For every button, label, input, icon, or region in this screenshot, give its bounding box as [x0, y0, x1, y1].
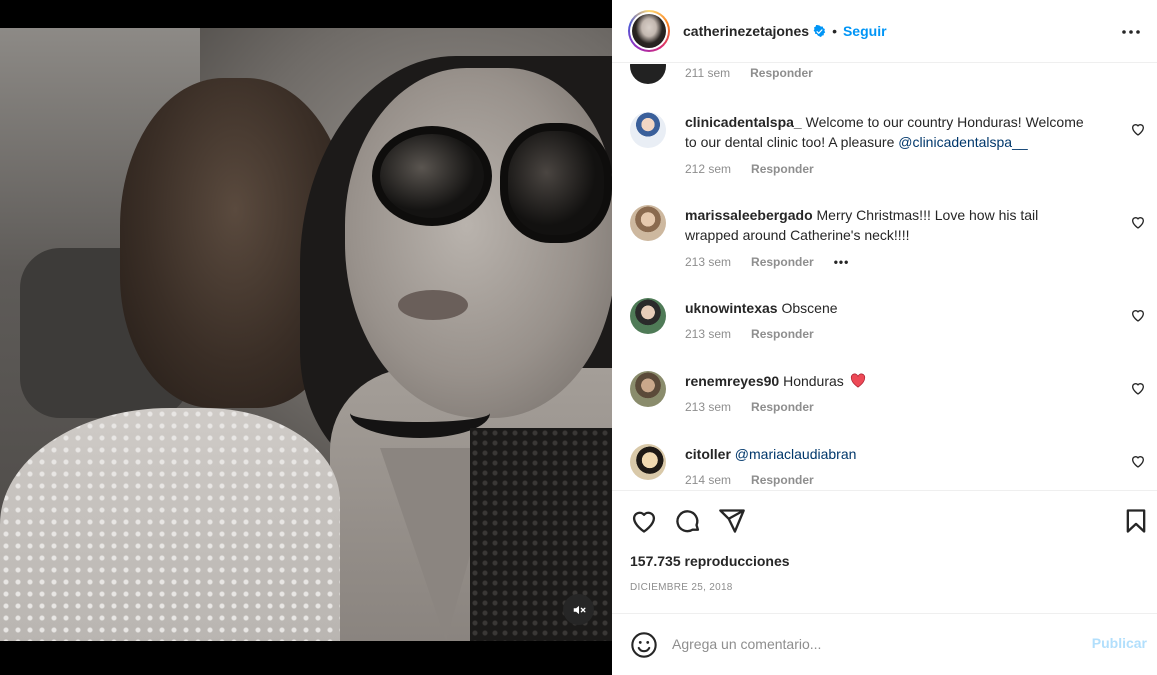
- comment-username[interactable]: clinicadentalspa_: [685, 114, 802, 130]
- comment-username[interactable]: renemreyes90: [685, 373, 779, 389]
- comment-text: Honduras: [783, 373, 844, 389]
- share-icon[interactable]: [718, 507, 746, 535]
- more-options-button[interactable]: [1119, 20, 1143, 44]
- mute-icon: [573, 605, 585, 614]
- woman-face: [345, 68, 612, 418]
- view-count[interactable]: 157.735 reproducciones: [630, 553, 790, 569]
- comment-mention[interactable]: @mariaclaudiabran: [735, 446, 857, 462]
- publish-button[interactable]: Publicar: [1092, 635, 1147, 651]
- bookmark-icon[interactable]: [1122, 507, 1150, 535]
- post-actions: 157.735 reproducciones DICIEMBRE 25, 201…: [612, 490, 1157, 613]
- comment-time[interactable]: 213 sem: [685, 255, 731, 269]
- follow-button[interactable]: Seguir: [843, 23, 887, 39]
- comments-list[interactable]: 211 sem Responder clinicadentalspa_ Welc…: [612, 64, 1157, 490]
- red-heart-emoji-icon: [850, 373, 865, 388]
- post-panel: catherinezetajones • Seguir 211 sem Resp…: [612, 0, 1157, 675]
- reply-button[interactable]: Responder: [751, 400, 814, 414]
- video-player[interactable]: [0, 0, 612, 675]
- comment-time[interactable]: 212 sem: [685, 162, 731, 176]
- reply-button[interactable]: Responder: [750, 66, 813, 80]
- avatar[interactable]: [630, 298, 666, 334]
- comment-username[interactable]: marissaleebergado: [685, 207, 813, 223]
- comment-mention[interactable]: @clinicadentalspa__: [898, 134, 1027, 150]
- avatar[interactable]: [630, 112, 666, 148]
- comment-input[interactable]: [672, 632, 1072, 656]
- reply-button[interactable]: Responder: [751, 327, 814, 341]
- separator-dot: •: [832, 23, 837, 39]
- emoji-icon[interactable]: [630, 631, 658, 659]
- video-frame[interactable]: [0, 28, 612, 641]
- reply-button[interactable]: Responder: [751, 255, 814, 269]
- heart-icon[interactable]: [1130, 380, 1146, 396]
- heart-icon[interactable]: [630, 507, 658, 535]
- author-username[interactable]: catherinezetajones: [683, 23, 809, 39]
- reply-button[interactable]: Responder: [751, 473, 814, 487]
- reply-button[interactable]: Responder: [751, 162, 814, 176]
- heart-icon[interactable]: [1130, 121, 1146, 137]
- post-header: catherinezetajones • Seguir: [612, 0, 1157, 63]
- more-options-icon: [1122, 30, 1140, 34]
- avatar[interactable]: [630, 444, 666, 480]
- avatar[interactable]: [630, 205, 666, 241]
- comment-time[interactable]: 211 sem: [685, 66, 730, 80]
- mute-button[interactable]: [563, 594, 594, 625]
- comment-username[interactable]: citoller: [685, 446, 731, 462]
- verified-badge-icon: [813, 24, 826, 38]
- comment-icon[interactable]: [674, 507, 702, 535]
- comment-text: Obscene: [781, 300, 838, 316]
- post-date[interactable]: DICIEMBRE 25, 2018: [630, 582, 733, 593]
- comment-username[interactable]: uknowintexas: [685, 300, 778, 316]
- avatar[interactable]: [630, 371, 666, 407]
- comment-time[interactable]: 213 sem: [685, 327, 731, 341]
- avatar[interactable]: [630, 64, 666, 84]
- heart-icon[interactable]: [1130, 307, 1146, 323]
- comment-options-button[interactable]: •••: [834, 255, 850, 269]
- comment-composer: Publicar: [612, 613, 1157, 675]
- author-avatar[interactable]: [628, 10, 670, 52]
- comment-time[interactable]: 214 sem: [685, 473, 731, 487]
- heart-icon[interactable]: [1130, 214, 1146, 230]
- heart-icon[interactable]: [1130, 453, 1146, 469]
- comment-time[interactable]: 213 sem: [685, 400, 731, 414]
